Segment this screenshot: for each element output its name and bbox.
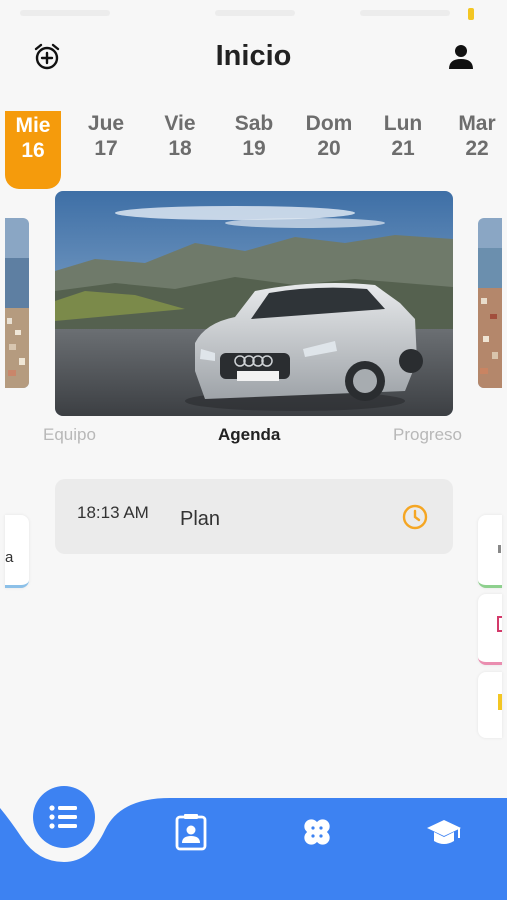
day-number: 22 — [465, 137, 489, 160]
tab-equipo[interactable]: Equipo — [43, 425, 96, 445]
contact-card-icon[interactable] — [172, 813, 210, 851]
car-image — [55, 191, 453, 416]
battery-icon — [468, 8, 474, 20]
next-task-card[interactable] — [478, 672, 502, 738]
task-card[interactable]: 18:13 AM Plan — [55, 479, 453, 554]
day-number: 19 — [242, 137, 266, 160]
status-bar-left — [20, 10, 110, 16]
day-item-mie[interactable]: Mie 16 — [5, 111, 61, 189]
day-name: Lun — [383, 112, 423, 135]
task-marker — [497, 616, 502, 632]
day-name: Mie — [15, 114, 51, 137]
next-task-card[interactable] — [478, 594, 502, 665]
list-icon — [49, 805, 77, 829]
day-name: Sab — [234, 112, 274, 135]
day-name: Vie — [164, 112, 196, 135]
tab-progreso[interactable]: Progreso — [393, 425, 462, 445]
day-name: Dom — [305, 112, 353, 135]
day-item-mar[interactable]: Mar 22 — [449, 108, 505, 180]
day-item-vie[interactable]: Vie 18 — [152, 108, 208, 180]
prev-task-label: a — [5, 549, 14, 566]
task-time: 18:13 AM — [77, 503, 149, 522]
city-image — [478, 218, 502, 388]
task-marker — [498, 694, 502, 710]
page-title: Inicio — [215, 40, 292, 72]
city-image — [5, 218, 29, 388]
tab-agenda[interactable]: Agenda — [218, 425, 280, 445]
next-task-card[interactable] — [478, 515, 502, 588]
user-icon[interactable] — [446, 42, 476, 72]
section-tabs: Equipo Agenda Progreso — [0, 425, 507, 447]
day-number: 21 — [391, 137, 415, 160]
day-number: 20 — [317, 137, 341, 160]
task-marker — [498, 545, 501, 553]
status-bar-clock — [215, 10, 295, 16]
day-item-sab[interactable]: Sab 19 — [226, 108, 282, 180]
clock-icon — [402, 504, 428, 530]
day-item-jue[interactable]: Jue 17 — [78, 108, 134, 180]
status-bar — [0, 0, 507, 28]
prev-task-card[interactable]: a — [5, 515, 29, 588]
app-header: Inicio — [0, 36, 507, 80]
status-bar-right — [360, 10, 450, 16]
task-label: Plan — [180, 508, 221, 530]
graduation-cap-icon[interactable] — [425, 813, 463, 851]
day-number: 17 — [94, 137, 118, 160]
day-selector: Mie 16 Jue 17 Vie 18 Sab 19 Dom 20 Lun 2… — [0, 108, 507, 189]
day-name: Mar — [458, 112, 496, 135]
carousel-card-agenda[interactable] — [55, 191, 453, 416]
day-item-lun[interactable]: Lun 21 — [375, 108, 431, 180]
day-number: 18 — [168, 137, 192, 160]
bandage-icon[interactable] — [298, 813, 336, 851]
carousel-card-prev[interactable] — [5, 218, 29, 388]
day-number: 16 — [21, 139, 45, 162]
day-name: Jue — [87, 112, 125, 135]
list-button[interactable] — [33, 786, 95, 848]
day-item-dom[interactable]: Dom 20 — [301, 108, 357, 180]
carousel-card-next[interactable] — [478, 218, 502, 388]
